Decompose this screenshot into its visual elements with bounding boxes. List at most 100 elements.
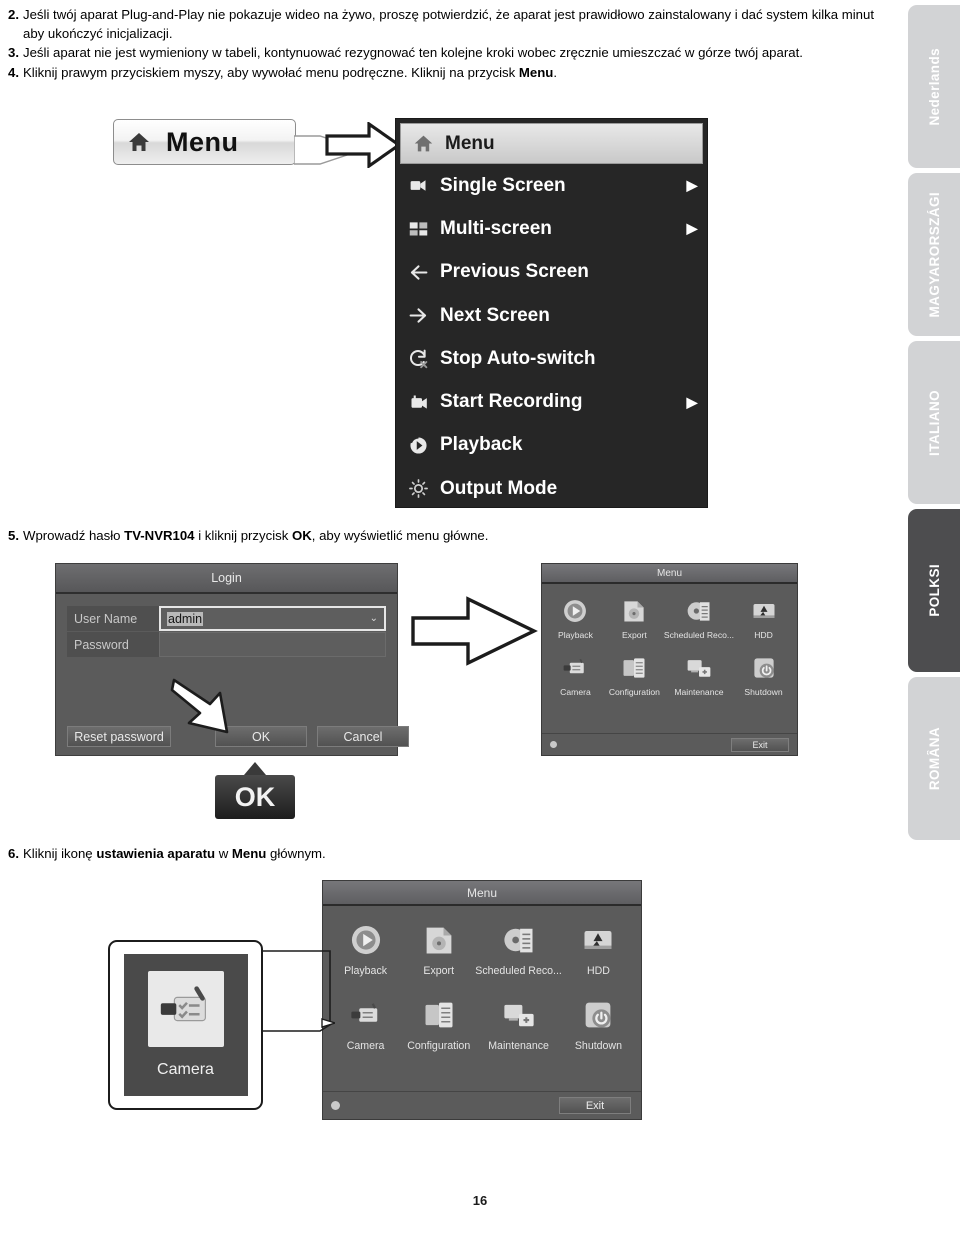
reset-password-button[interactable]: Reset password — [67, 726, 171, 747]
username-input[interactable]: admin ⌄ — [159, 606, 386, 631]
context-menu-item-multi-screen[interactable]: Multi-screen ▶ — [396, 207, 707, 250]
pointer-arrow-icon — [325, 122, 401, 168]
context-menu-item-next-screen[interactable]: Next Screen — [396, 294, 707, 337]
step-2-number: 2. — [8, 7, 19, 22]
nvr-menu-item-maintenance[interactable]: Maintenance — [475, 995, 562, 1052]
nvr-menu-item-label: Configuration — [608, 687, 660, 697]
menu-button-label: Menu — [166, 126, 239, 157]
step-4-text: Kliknij prawym przyciskiem myszy, aby wy… — [23, 64, 890, 83]
ok-zoom-label: OK — [234, 781, 276, 812]
nvr-menu-item-export[interactable]: Export — [605, 595, 664, 640]
context-menu-item-output-mode[interactable]: Output Mode — [396, 467, 707, 510]
nvr-menu-item-hdd[interactable]: HDD — [734, 595, 793, 640]
language-tab-rail: Nederlands MAGYARORSZÁGI ITALIANO POLKSI… — [908, 0, 960, 840]
context-menu-item-label: Previous Screen — [440, 261, 589, 283]
step-6-bold-a: ustawienia aparatu — [96, 846, 216, 861]
configuration-icon — [620, 652, 648, 684]
step-5-bold-b: OK — [291, 528, 312, 543]
context-menu-item-start-recording[interactable]: Start Recording ▶ — [396, 380, 707, 423]
step-4-text-b: . — [553, 65, 558, 81]
maintenance-icon — [501, 995, 537, 1035]
nvr-menu-item-maintenance[interactable]: Maintenance — [664, 652, 734, 697]
home-icon — [401, 133, 445, 154]
context-menu-item-label: Playback — [440, 434, 523, 456]
nvr-menu-item-shutdown[interactable]: Shutdown — [734, 652, 793, 697]
nvr-menu-item-configuration[interactable]: Configuration — [402, 995, 475, 1052]
exit-button[interactable]: Exit — [559, 1097, 631, 1114]
page-number: 16 — [472, 1193, 488, 1208]
language-tab-label: Nederlands — [926, 47, 942, 126]
language-tab-nederlands[interactable]: Nederlands — [908, 5, 960, 168]
context-menu-item-single-screen[interactable]: Single Screen ▶ — [396, 164, 707, 207]
record-icon — [396, 392, 440, 413]
language-tab-italiano[interactable]: ITALIANO — [908, 341, 960, 504]
menu-button-callout[interactable]: Menu — [113, 119, 296, 165]
status-dot-icon — [331, 1101, 340, 1110]
nvr-menu-item-camera[interactable]: Camera — [329, 995, 402, 1052]
step-3: 3. Jeśli aparat nie jest wymieniony w ta… — [8, 44, 890, 63]
shutdown-icon — [580, 995, 616, 1035]
hdd-icon — [750, 595, 778, 627]
nvr-menu-item-label: Camera — [346, 1040, 385, 1052]
username-row: User Name admin ⌄ — [67, 606, 386, 631]
login-dialog-title: Login — [56, 564, 397, 594]
chevron-right-icon: ▶ — [686, 393, 698, 410]
nvr-menu-item-export[interactable]: Export — [402, 920, 475, 977]
context-menu-item-stop-auto-switch[interactable]: Stop Auto-switch — [396, 337, 707, 380]
context-menu-item-label: Start Recording — [440, 391, 583, 413]
export-icon — [421, 920, 457, 960]
username-value: admin — [167, 611, 204, 626]
context-menu-item-playback[interactable]: Playback — [396, 424, 707, 467]
username-label: User Name — [67, 606, 159, 631]
scheduled-record-icon — [685, 595, 713, 627]
nvr-menu-title: Menu — [323, 881, 641, 906]
context-menu-item-label: Multi-screen — [440, 217, 552, 239]
single-screen-icon — [396, 175, 440, 196]
camera-zoom-callout: Camera — [108, 940, 263, 1110]
step-6-text-c: głównym. — [266, 846, 326, 861]
language-tab-magyarorszagi[interactable]: MAGYARORSZÁGI — [908, 173, 960, 336]
stop-autoswitch-icon — [396, 348, 440, 369]
nvr-main-menu-small: Menu Playback Export Scheduled Reco... H… — [541, 563, 798, 756]
step-6-bold-b: Menu — [231, 846, 267, 861]
status-dot-icon — [550, 741, 557, 748]
nvr-menu-item-camera[interactable]: Camera — [546, 652, 605, 697]
nvr-menu-item-scheduled-record[interactable]: Scheduled Reco... — [475, 920, 562, 977]
step-6-text-b: w — [215, 846, 232, 861]
nvr-main-menu-large: Menu Playback Export Scheduled Reco... H… — [322, 880, 642, 1120]
password-input[interactable] — [159, 632, 386, 657]
nvr-menu-item-configuration[interactable]: Configuration — [605, 652, 664, 697]
nvr-menu-item-scheduled-record[interactable]: Scheduled Reco... — [664, 595, 734, 640]
nvr-menu-item-label: HDD — [586, 965, 610, 977]
nvr-menu-footer: Exit — [542, 733, 797, 755]
camera-icon — [348, 995, 384, 1035]
login-cancel-button[interactable]: Cancel — [317, 726, 409, 747]
nvr-context-menu[interactable]: Menu Single Screen ▶ Multi-screen ▶ Prev… — [395, 118, 708, 508]
chevron-down-icon[interactable]: ⌄ — [370, 613, 378, 624]
nvr-menu-item-hdd[interactable]: HDD — [562, 920, 635, 977]
step-5-bold-a: TV-NVR104 — [124, 528, 195, 543]
step-5-text: Wprowadź hasło TV-NVR104 i kliknij przyc… — [23, 527, 708, 546]
context-menu-item-label: Menu — [445, 132, 495, 154]
configuration-icon — [421, 995, 457, 1035]
camera-zoom-inner: Camera — [123, 954, 248, 1096]
nvr-menu-item-label: HDD — [754, 630, 773, 640]
language-tab-label: ROMÂNA — [926, 726, 942, 791]
step-5-number: 5. — [8, 528, 19, 543]
language-tab-label: MAGYARORSZÁGI — [926, 191, 942, 318]
context-menu-item-label: Stop Auto-switch — [440, 347, 596, 369]
context-menu-item-previous-screen[interactable]: Previous Screen — [396, 251, 707, 294]
chevron-right-icon: ▶ — [686, 177, 698, 194]
nvr-menu-item-playback[interactable]: Playback — [546, 595, 605, 640]
chevron-right-icon: ▶ — [686, 220, 698, 237]
context-menu-item-menu[interactable]: Menu — [400, 123, 703, 164]
step-4: 4. Kliknij prawym przyciskiem myszy, aby… — [8, 64, 890, 83]
language-tab-polksi[interactable]: POLKSI — [908, 509, 960, 672]
language-tab-romana[interactable]: ROMÂNA — [908, 677, 960, 840]
nvr-menu-item-shutdown[interactable]: Shutdown — [562, 995, 635, 1052]
exit-button[interactable]: Exit — [731, 737, 789, 752]
nvr-menu-title: Menu — [542, 564, 797, 584]
nvr-menu-item-playback[interactable]: Playback — [329, 920, 402, 977]
camera-icon — [147, 971, 224, 1047]
nvr-menu-item-label: Scheduled Reco... — [475, 965, 562, 977]
